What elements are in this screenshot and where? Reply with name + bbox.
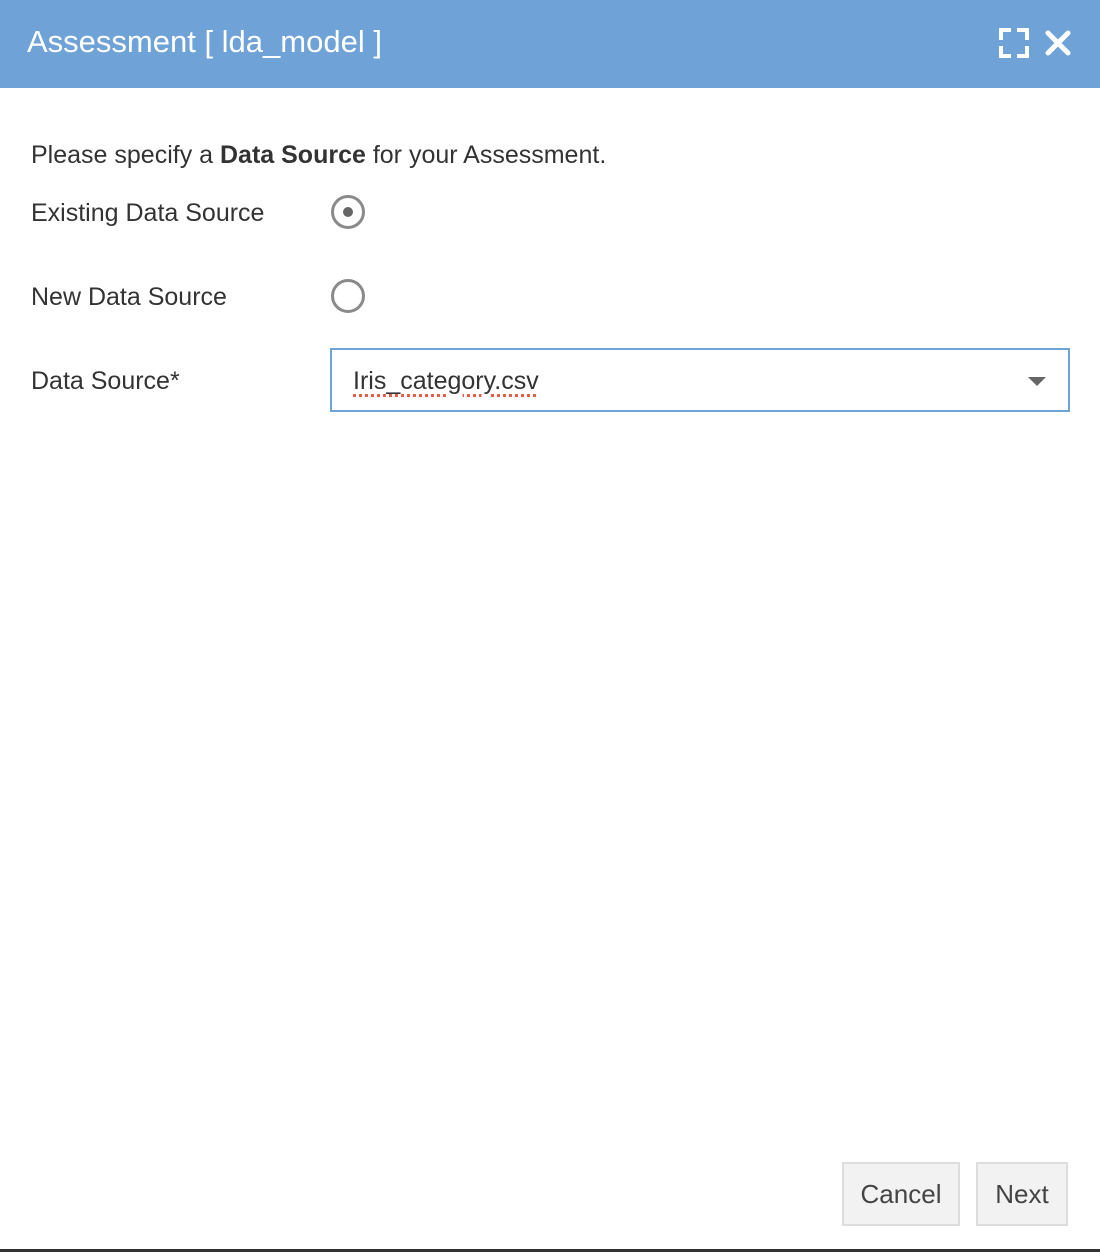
next-button[interactable]: Next (976, 1162, 1068, 1226)
new-data-source-radio[interactable] (331, 279, 365, 313)
maximize-icon (999, 28, 1029, 58)
assessment-dialog: Assessment [ lda_model ] Please specify … (0, 0, 1100, 1252)
new-data-source-label: New Data Source (31, 283, 227, 311)
existing-data-source-label: Existing Data Source (31, 199, 265, 227)
data-source-label: Data Source* (31, 367, 180, 395)
data-source-selected-value: Iris_category.csv (353, 367, 539, 395)
intro-suffix: for your Assessment. (365, 141, 607, 169)
dialog-titlebar: Assessment [ lda_model ] (0, 0, 1100, 88)
close-button[interactable] (1041, 26, 1075, 60)
data-source-select[interactable]: Iris_category.csv (330, 348, 1070, 412)
existing-data-source-radio[interactable] (331, 195, 365, 229)
close-icon (1045, 30, 1071, 56)
cancel-button[interactable]: Cancel (842, 1162, 960, 1226)
chevron-down-icon (1028, 377, 1046, 386)
intro-text: Please specify a Data Source for your As… (31, 138, 606, 172)
dialog-title: Assessment [ lda_model ] (27, 24, 382, 59)
intro-prefix: Please specify a (31, 141, 220, 169)
maximize-button[interactable] (997, 26, 1031, 60)
radio-selected-dot (343, 207, 353, 217)
intro-emphasis: Data Source (220, 141, 366, 169)
